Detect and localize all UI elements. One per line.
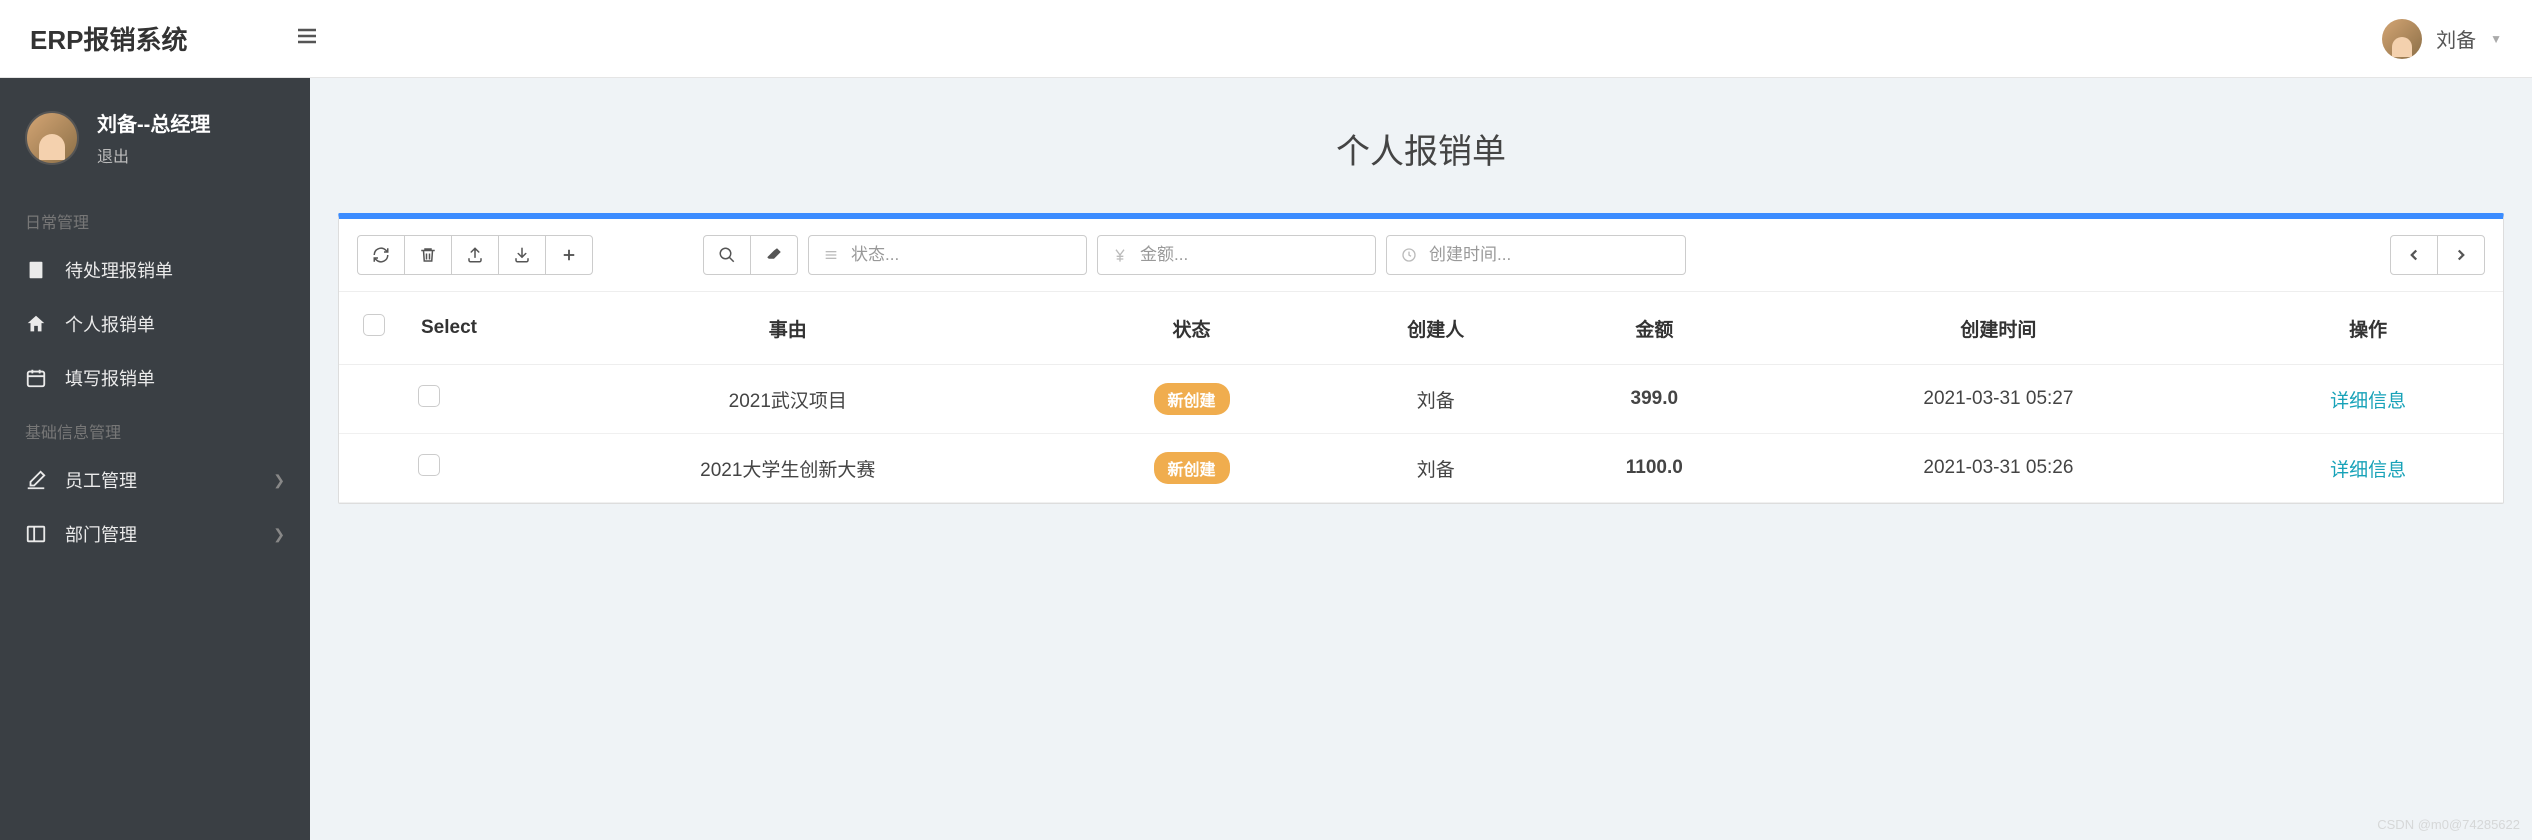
status-input[interactable] <box>851 245 1072 265</box>
search-button[interactable] <box>703 235 751 275</box>
col-select: Select <box>409 292 519 365</box>
time-filter[interactable] <box>1386 235 1686 275</box>
sidebar-item-label: 填写报销单 <box>65 365 155 391</box>
time-input[interactable] <box>1429 245 1671 265</box>
amount-input[interactable] <box>1140 245 1361 265</box>
search-icon <box>718 246 736 264</box>
col-reason: 事由 <box>519 292 1057 365</box>
status-filter[interactable] <box>808 235 1087 275</box>
menu-toggle-button[interactable] <box>287 16 327 61</box>
col-action: 操作 <box>2233 292 2503 365</box>
sidebar-item-label: 部门管理 <box>65 521 137 547</box>
prev-page-button[interactable] <box>2390 235 2438 275</box>
col-status: 状态 <box>1057 292 1327 365</box>
avatar <box>25 111 79 165</box>
refresh-button[interactable] <box>357 235 405 275</box>
user-menu[interactable]: 刘备 ▼ <box>2382 19 2502 59</box>
home-icon <box>25 313 47 335</box>
col-created: 创建时间 <box>1764 292 2233 365</box>
col-creator: 创建人 <box>1326 292 1545 365</box>
calendar-icon <box>25 367 47 389</box>
table-row: 2021武汉项目 新创建 刘备399.02021-03-31 05:27 详细信息 <box>339 365 2503 434</box>
sidebar-section-header: 日常管理 <box>0 195 310 243</box>
clock-icon <box>1401 247 1417 263</box>
sidebar-item-personal[interactable]: 个人报销单 <box>0 297 310 351</box>
sidebar-item-label: 个人报销单 <box>65 311 155 337</box>
sidebar-section-header: 基础信息管理 <box>0 405 310 453</box>
hamburger-icon <box>295 24 319 48</box>
cell-reason: 2021武汉项目 <box>519 365 1057 434</box>
clear-button[interactable] <box>750 235 798 275</box>
toolbar <box>339 219 2503 292</box>
app-title: ERP报销系统 <box>30 20 187 57</box>
page-title: 个人报销单 <box>338 124 2504 173</box>
avatar <box>2382 19 2422 59</box>
sidebar-item-label: 待处理报销单 <box>65 257 173 283</box>
topbar: ERP报销系统 刘备 ▼ <box>0 0 2532 78</box>
username-label: 刘备 <box>2436 24 2476 53</box>
chevron-right-icon: ❯ <box>273 472 285 489</box>
import-button[interactable] <box>498 235 546 275</box>
trash-icon <box>419 246 437 264</box>
status-badge: 新创建 <box>1154 452 1230 484</box>
chevron-right-icon: ❯ <box>273 526 285 543</box>
next-page-button[interactable] <box>2437 235 2485 275</box>
logout-link[interactable]: 退出 <box>97 143 210 167</box>
cell-created: 2021-03-31 05:26 <box>1764 434 2233 503</box>
cell-creator: 刘备 <box>1326 434 1545 503</box>
sidebar-user-title: 刘备--总经理 <box>97 108 210 137</box>
amount-filter[interactable] <box>1097 235 1376 275</box>
chevron-right-icon <box>2452 246 2470 264</box>
data-table: Select 事由 状态 创建人 金额 创建时间 操作 2021武汉项目新创建刘… <box>339 292 2503 503</box>
sidebar-item-label: 员工管理 <box>65 467 137 493</box>
main-content: 个人报销单 <box>310 78 2532 840</box>
plus-icon <box>560 246 578 264</box>
cell-amount: 1100.0 <box>1545 434 1764 503</box>
file-icon <box>25 259 47 281</box>
cell-creator: 刘备 <box>1326 365 1545 434</box>
cell-amount: 399.0 <box>1545 365 1764 434</box>
currency-icon <box>1112 247 1128 263</box>
add-button[interactable] <box>545 235 593 275</box>
sidebar-user-block: 刘备--总经理 退出 <box>0 98 310 195</box>
data-panel: Select 事由 状态 创建人 金额 创建时间 操作 2021武汉项目新创建刘… <box>338 213 2504 504</box>
download-icon <box>513 246 531 264</box>
row-checkbox[interactable] <box>418 385 440 407</box>
chevron-left-icon <box>2405 246 2423 264</box>
sidebar-item-create[interactable]: 填写报销单 <box>0 351 310 405</box>
edit-icon <box>25 469 47 491</box>
cell-created: 2021-03-31 05:27 <box>1764 365 2233 434</box>
sidebar: 刘备--总经理 退出 日常管理 待处理报销单 个人报销单 填写报销单 基础信息管… <box>0 78 310 840</box>
columns-icon <box>25 523 47 545</box>
sidebar-item-dept[interactable]: 部门管理 ❯ <box>0 507 310 561</box>
status-badge: 新创建 <box>1154 383 1230 415</box>
upload-icon <box>466 246 484 264</box>
select-all-checkbox[interactable] <box>363 314 385 336</box>
eraser-icon <box>765 246 783 264</box>
sidebar-item-staff[interactable]: 员工管理 ❯ <box>0 453 310 507</box>
row-checkbox[interactable] <box>418 454 440 476</box>
caret-down-icon: ▼ <box>2490 32 2502 46</box>
table-row: 2021大学生创新大赛 新创建 刘备1100.02021-03-31 05:26 详细… <box>339 434 2503 503</box>
list-icon <box>823 247 839 263</box>
delete-button[interactable] <box>404 235 452 275</box>
detail-link[interactable]: 详细信息 <box>2330 460 2406 481</box>
cell-reason: 2021大学生创新大赛 <box>519 434 1057 503</box>
export-button[interactable] <box>451 235 499 275</box>
table-header-row: Select 事由 状态 创建人 金额 创建时间 操作 <box>339 292 2503 365</box>
refresh-icon <box>372 246 390 264</box>
col-amount: 金额 <box>1545 292 1764 365</box>
detail-link[interactable]: 详细信息 <box>2330 391 2406 412</box>
sidebar-item-pending[interactable]: 待处理报销单 <box>0 243 310 297</box>
